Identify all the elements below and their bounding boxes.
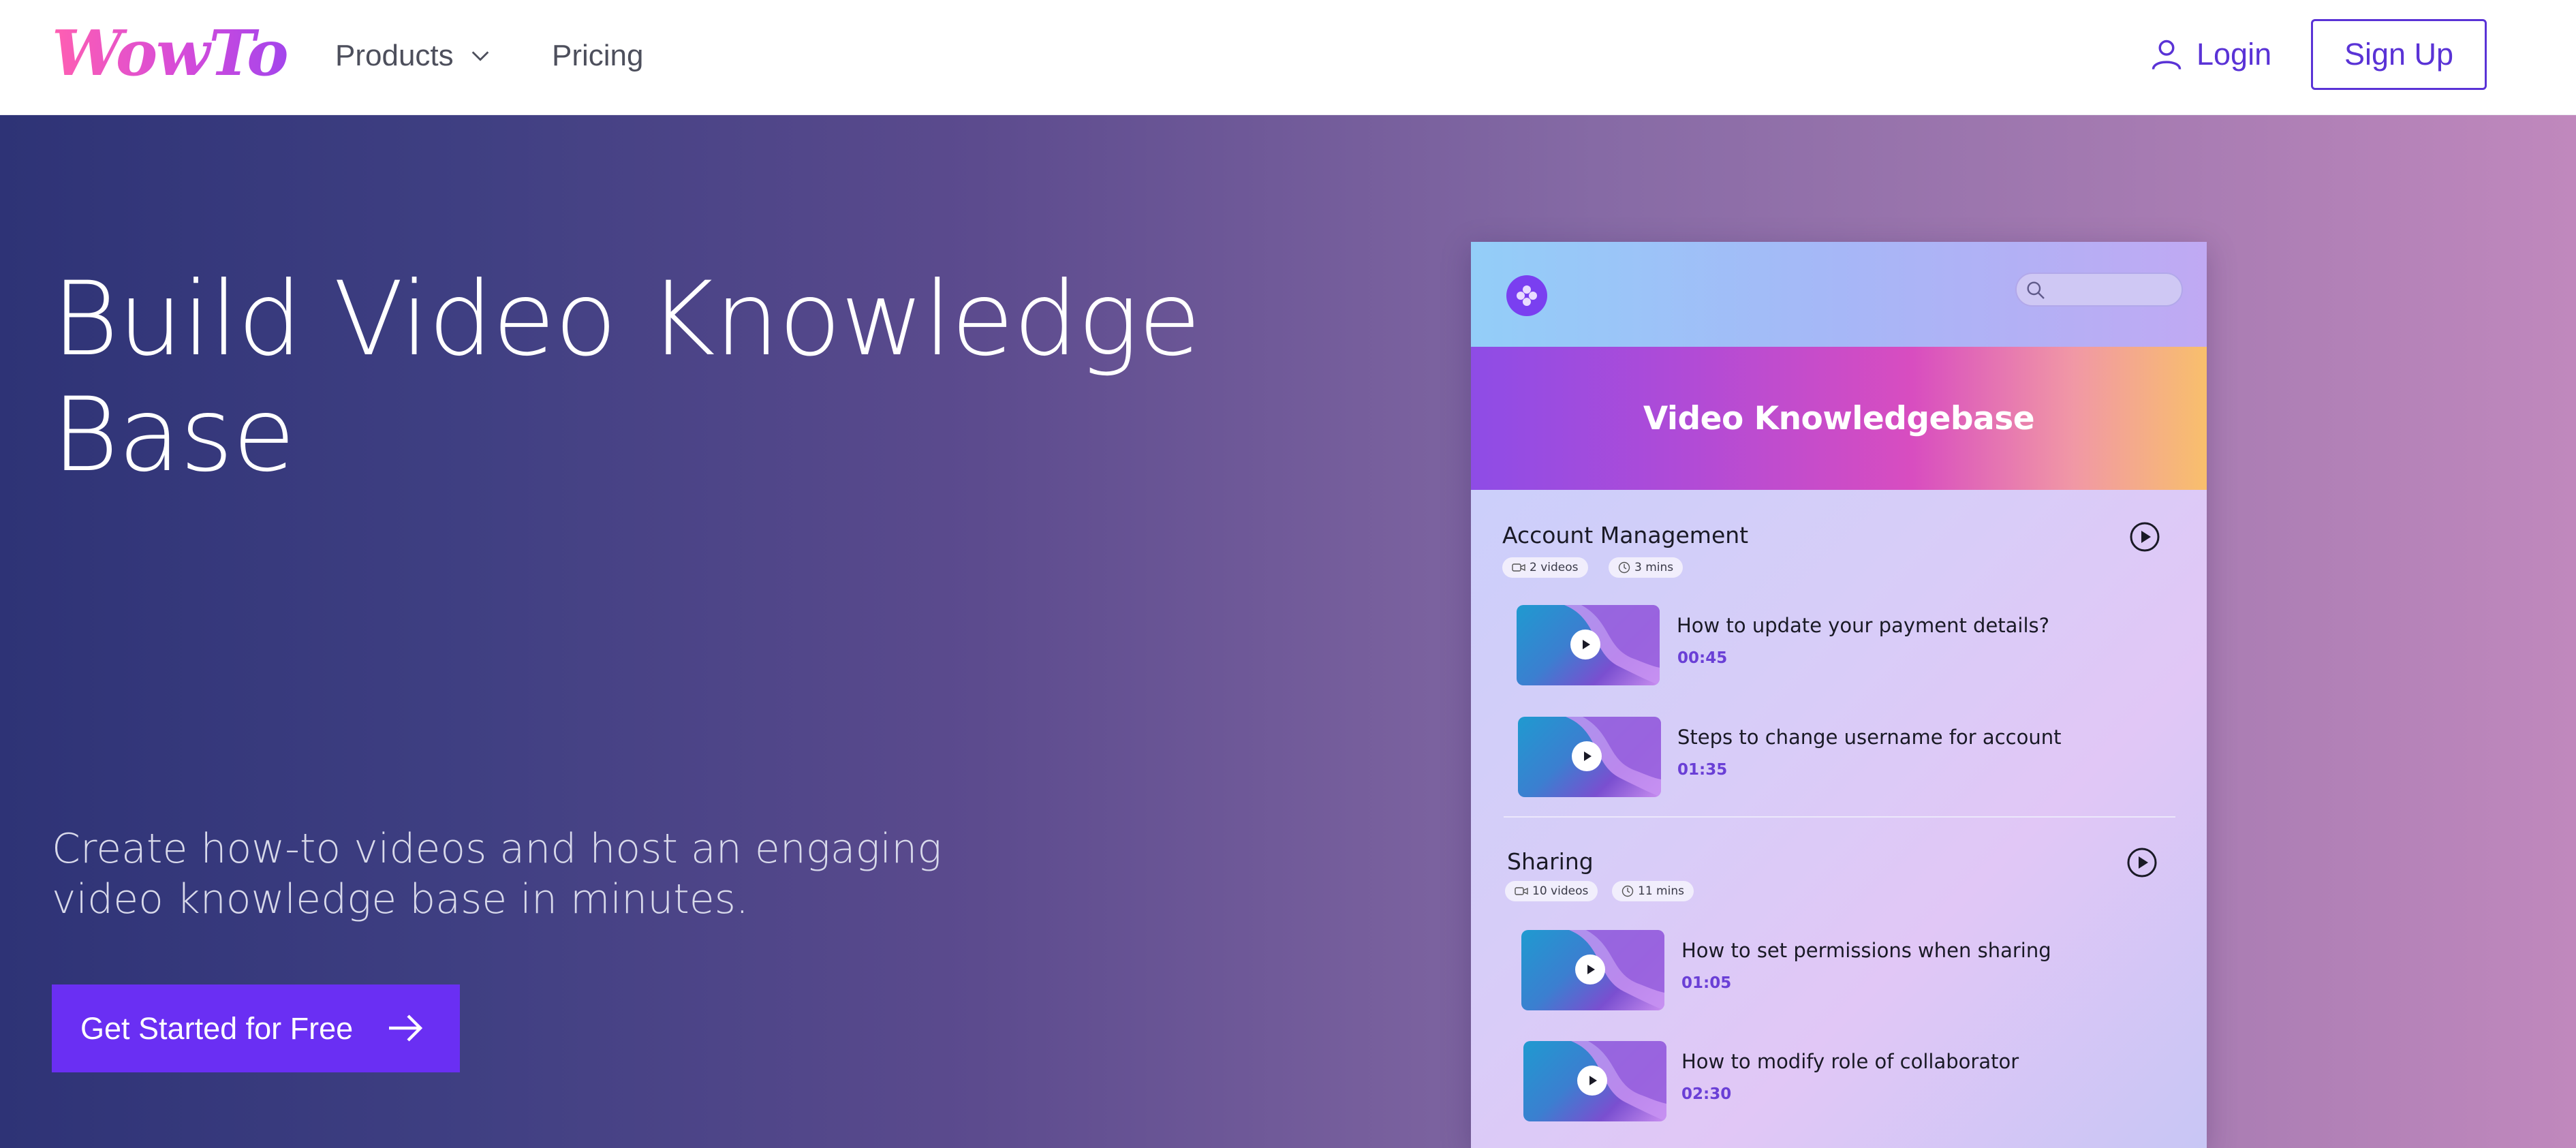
- video-duration: 02:30: [1681, 1085, 1732, 1103]
- videos-count-label: 2 videos: [1530, 561, 1579, 574]
- video-title[interactable]: How to set permissions when sharing: [1681, 939, 2051, 962]
- search-icon: [2027, 281, 2045, 299]
- video-title[interactable]: How to update your payment details?: [1677, 614, 2049, 637]
- videos-count-badge: 10 videos: [1505, 881, 1598, 901]
- video-thumbnail[interactable]: [1521, 930, 1664, 1010]
- brand-logo[interactable]: WowTo: [52, 15, 289, 91]
- play-icon: [1572, 741, 1602, 771]
- video-duration: 00:45: [1677, 649, 1728, 667]
- play-section-icon[interactable]: [2126, 847, 2158, 878]
- get-started-label: Get Started for Free: [80, 1010, 354, 1046]
- section-title: Account Management: [1502, 522, 1749, 548]
- preview-logo-icon: [1506, 275, 1547, 316]
- hero-subtitle: Create how-to videos and host an engagin…: [52, 825, 942, 923]
- preview-banner: Video Knowledgebase: [1471, 347, 2207, 490]
- hero-section: Build Video Knowledge Base Create how-to…: [0, 115, 2576, 1148]
- clock-icon: [1618, 561, 1630, 574]
- top-nav: WowTo Products Pricing Login Sign Up: [0, 0, 2576, 115]
- knowledgebase-preview: Video Knowledgebase Account Management 2…: [1471, 242, 2207, 1148]
- video-thumbnail[interactable]: [1517, 605, 1660, 685]
- duration-badge: 11 mins: [1612, 881, 1694, 901]
- nav-pricing-link[interactable]: Pricing: [552, 34, 644, 78]
- banner-title: Video Knowledgebase: [1643, 399, 2035, 437]
- duration-label: 3 mins: [1634, 561, 1674, 574]
- video-thumbnail[interactable]: [1518, 717, 1661, 797]
- play-section-icon[interactable]: [2129, 521, 2160, 553]
- duration-badge: 3 mins: [1609, 557, 1683, 578]
- video-thumbnail[interactable]: [1523, 1041, 1666, 1121]
- section-title: Sharing: [1507, 848, 1594, 875]
- play-icon: [1575, 955, 1605, 984]
- play-icon: [1570, 630, 1600, 660]
- videos-count-label: 10 videos: [1532, 884, 1589, 898]
- chevron-down-icon: [471, 51, 488, 61]
- clock-icon: [1621, 885, 1634, 897]
- video-icon: [1515, 887, 1528, 895]
- video-duration: 01:35: [1677, 761, 1728, 779]
- play-icon: [1577, 1066, 1607, 1096]
- preview-search-input[interactable]: [2015, 273, 2183, 307]
- videos-count-badge: 2 videos: [1502, 557, 1588, 578]
- section-divider: [1504, 816, 2175, 818]
- video-duration: 01:05: [1681, 974, 1732, 992]
- login-link[interactable]: Login: [2149, 33, 2271, 76]
- hero-title: Build Video Knowledge Base: [52, 260, 1201, 495]
- duration-label: 11 mins: [1638, 884, 1684, 898]
- video-icon: [1512, 563, 1525, 572]
- get-started-button[interactable]: Get Started for Free: [52, 984, 460, 1072]
- arrow-right-icon: [389, 1014, 423, 1042]
- video-title[interactable]: How to modify role of collaborator: [1681, 1050, 2019, 1073]
- signup-button[interactable]: Sign Up: [2311, 19, 2487, 90]
- nav-products-dropdown[interactable]: Products: [335, 34, 492, 78]
- login-label: Login: [2197, 37, 2272, 72]
- preview-header: [1471, 242, 2207, 347]
- video-title[interactable]: Steps to change username for account: [1677, 726, 2061, 749]
- nav-products-label: Products: [335, 39, 454, 72]
- user-icon: [2152, 40, 2182, 70]
